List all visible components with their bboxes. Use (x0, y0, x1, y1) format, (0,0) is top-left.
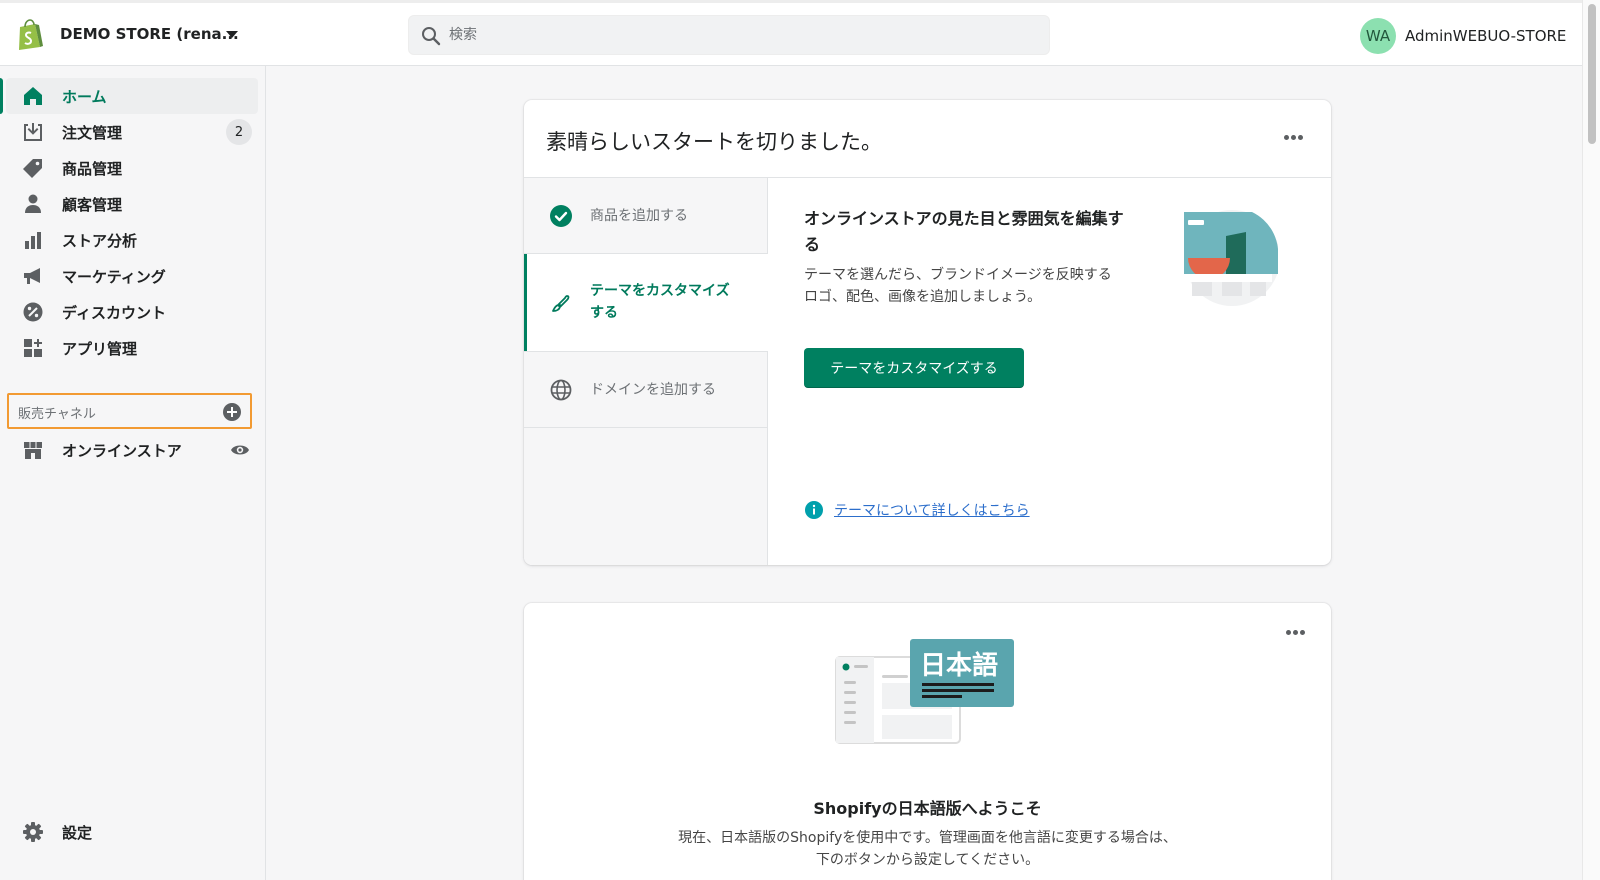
step-add-domain[interactable]: ドメインを追加する (524, 352, 768, 428)
language-card-title: Shopifyの日本語版へようこそ (813, 799, 1042, 818)
language-card: 日本語 Shopifyの日本語版へようこそ 現在、日本語版のShopifyを使用… (524, 603, 1331, 880)
customer-icon (25, 194, 41, 213)
step-label: 商品を追加する (590, 208, 688, 224)
sidebar-item-label: 商品管理 (62, 160, 123, 178)
analytics-icon (25, 232, 41, 249)
brush-icon (552, 295, 570, 312)
theme-illustration (1184, 210, 1278, 306)
card-title: 素晴らしいスタートを切りました。 (546, 130, 882, 154)
sidebar: ホーム 注文管理 2 商品管理 顧客管理 ストア分析 マーケティング ディスカウ… (0, 66, 266, 880)
banner-line (922, 683, 994, 686)
eye-icon[interactable] (230, 441, 250, 459)
description-line: 現在、日本語版のShopifyを使用中です。管理画面を他言語に変更する場合は、 (678, 830, 1177, 846)
setup-guide-card: 素晴らしいスタートを切りました。 商品を追加する テーマをカスタマイズする ドメ… (524, 100, 1331, 565)
search-icon (422, 27, 441, 46)
add-channel-icon[interactable] (222, 402, 242, 422)
sales-channels-label: 販売チャネル (18, 407, 96, 422)
active-indicator (0, 78, 3, 114)
caret-down-icon[interactable] (226, 31, 238, 38)
sidebar-item-settings[interactable]: 設定 (6, 814, 258, 850)
step-label: テーマをカスタマイズする (590, 283, 730, 321)
discount-icon (23, 302, 43, 322)
apps-icon (24, 339, 42, 357)
language-card-description: 現在、日本語版のShopifyを使用中です。管理画面を他言語に変更する場合は、 … (524, 827, 1331, 871)
top-bar: DEMO STORE (rena... WA AdminWEBUO-STORE (0, 0, 1582, 66)
sidebar-item-customers[interactable]: 顧客管理 (6, 186, 258, 222)
home-icon (24, 87, 42, 105)
sidebar-item-label: アプリ管理 (62, 340, 138, 358)
sidebar-item-label: 注文管理 (62, 124, 123, 142)
sidebar-item-marketing[interactable]: マーケティング (6, 258, 258, 294)
learn-more-row: テーマについて詳しくはこちら (804, 500, 1030, 520)
sidebar-item-label: 設定 (62, 824, 93, 842)
setup-steps-list: 商品を追加する テーマをカスタマイズする ドメインを追加する (524, 178, 768, 565)
sidebar-item-orders[interactable]: 注文管理 2 (6, 114, 258, 150)
orders-icon (24, 123, 42, 141)
customize-theme-button[interactable]: テーマをカスタマイズする (804, 348, 1024, 388)
globe-icon (550, 379, 572, 401)
banner-line (922, 695, 962, 698)
tag-icon (23, 159, 42, 178)
shopify-logo-icon[interactable] (16, 19, 44, 51)
sales-channels-header: 販売チャネル (7, 393, 252, 429)
sidebar-item-label: 顧客管理 (62, 196, 123, 214)
banner-line (922, 689, 994, 692)
step-label: ドメインを追加する (590, 382, 716, 398)
sidebar-item-online-store[interactable]: オンラインストア (6, 432, 258, 468)
sidebar-item-label: ディスカウント (62, 304, 166, 322)
gear-icon (23, 822, 43, 842)
megaphone-icon (24, 268, 40, 284)
store-name[interactable]: DEMO STORE (rena... (60, 25, 239, 43)
sidebar-item-label: ホーム (62, 88, 107, 106)
sidebar-item-analytics[interactable]: ストア分析 (6, 222, 258, 258)
sidebar-item-label: オンラインストア (62, 442, 182, 460)
description-line: 下のボタンから設定してください。 (815, 852, 1040, 868)
sidebar-item-apps[interactable]: アプリ管理 (6, 330, 258, 366)
user-name[interactable]: AdminWEBUO-STORE (1405, 27, 1566, 45)
avatar[interactable]: WA (1360, 18, 1396, 54)
search-input[interactable] (449, 16, 1029, 54)
language-illustration: 日本語 (834, 639, 1024, 749)
step-detail-title: オンラインストアの見た目と雰囲気を編集する (804, 209, 1124, 254)
step-detail-description: テーマを選んだら、ブランドイメージを反映するロゴ、配色、画像を追加しましょう。 (804, 267, 1112, 305)
checkmark-circle-icon (550, 205, 572, 227)
sidebar-item-products[interactable]: 商品管理 (6, 150, 258, 186)
active-step-indicator (524, 254, 527, 351)
store-icon (24, 442, 42, 459)
language-banner-text: 日本語 (920, 651, 999, 681)
scrollbar[interactable] (1582, 0, 1600, 880)
scrollbar-thumb[interactable] (1588, 4, 1596, 144)
info-icon (805, 501, 823, 519)
orders-count-badge: 2 (226, 119, 252, 145)
sidebar-item-discounts[interactable]: ディスカウント (6, 294, 258, 330)
step-customize-theme[interactable]: テーマをカスタマイズする (524, 254, 768, 352)
step-add-product[interactable]: 商品を追加する (524, 178, 768, 254)
learn-more-link[interactable]: テーマについて詳しくはこちら (834, 500, 1030, 520)
search-bar[interactable] (408, 15, 1050, 55)
sidebar-item-home[interactable]: ホーム (0, 78, 258, 114)
more-actions-icon[interactable] (1286, 629, 1310, 637)
more-actions-icon[interactable] (1284, 134, 1308, 142)
sidebar-item-label: マーケティング (62, 268, 166, 286)
sidebar-item-label: ストア分析 (62, 232, 138, 250)
language-banner: 日本語 (910, 639, 1014, 707)
